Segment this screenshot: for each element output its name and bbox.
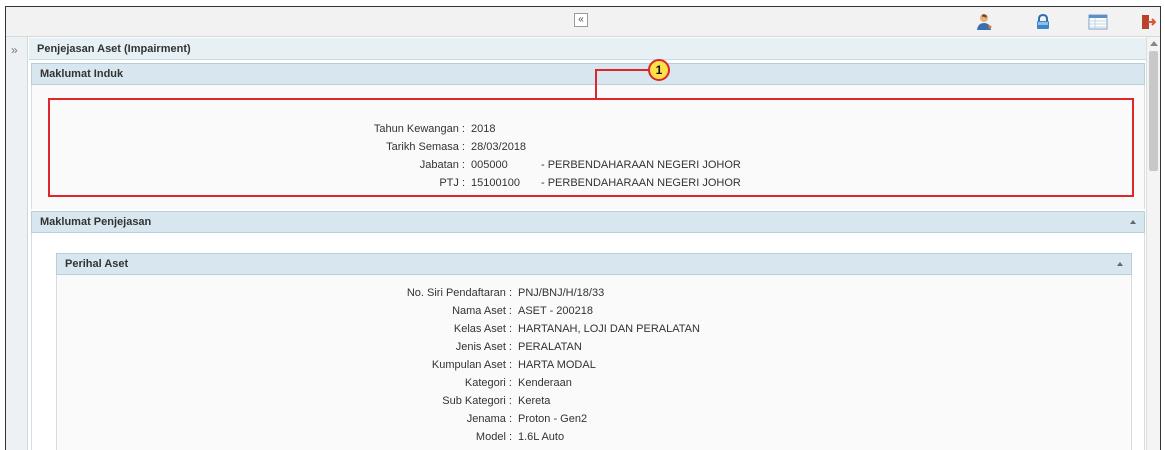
field-label: Jenis Aset : bbox=[455, 341, 512, 353]
field-label: Nama Aset : bbox=[452, 305, 512, 317]
field-row: Kelas Aset : HARTANAH, LOJI DAN PERALATA… bbox=[57, 323, 1133, 339]
field-label: Jenama : bbox=[466, 413, 512, 425]
field-label: Kategori : bbox=[464, 377, 512, 389]
field-label: Sub Kategori : bbox=[442, 395, 512, 407]
field-row: Kategori : Kenderaan bbox=[57, 377, 1133, 393]
field-row: Kumpulan Aset : HARTA MODAL bbox=[57, 359, 1133, 375]
field-value: Proton - Gen2 bbox=[518, 413, 588, 425]
page-title: Penjejasan Aset (Impairment) bbox=[29, 38, 1147, 60]
panel-header-perihal-aset[interactable]: Perihal Aset bbox=[56, 253, 1132, 275]
logout-icon[interactable] bbox=[1140, 13, 1158, 31]
panel-title: Maklumat Penjejasan bbox=[40, 216, 152, 228]
scroll-up-arrow-icon[interactable] bbox=[1150, 41, 1158, 46]
table-view-icon[interactable] bbox=[1088, 13, 1108, 31]
field-value: Kereta bbox=[518, 395, 551, 407]
app-frame: « » Penjejasan Aset (Impairment) Makluma… bbox=[5, 6, 1161, 450]
field-value: HARTA MODAL bbox=[518, 359, 596, 371]
side-gutter: » bbox=[6, 37, 28, 450]
field-value: 1.6L Auto bbox=[518, 431, 565, 443]
panel-body-perihal-aset: No. Siri Pendaftaran : PNJ/BNJ/H/18/33 N… bbox=[56, 275, 1132, 450]
lock-icon[interactable] bbox=[1034, 13, 1052, 31]
field-row: Nama Aset : ASET - 200218 bbox=[57, 305, 1133, 321]
field-label: Model : bbox=[475, 431, 512, 443]
collapse-header-button[interactable]: « bbox=[574, 13, 588, 27]
field-row: Jenama : Proton - Gen2 bbox=[57, 413, 1133, 429]
field-value: HARTANAH, LOJI DAN PERALATAN bbox=[518, 323, 700, 335]
panel-header-maklumat-induk: Maklumat Induk bbox=[31, 63, 1145, 85]
scroll-thumb[interactable] bbox=[1149, 51, 1158, 171]
expand-sidebar-icon[interactable]: » bbox=[11, 43, 18, 57]
field-row: Jenis Aset : PERALATAN bbox=[57, 341, 1133, 357]
field-row: No. Siri Pendaftaran : PNJ/BNJ/H/18/33 bbox=[57, 287, 1133, 303]
user-support-icon[interactable] bbox=[976, 13, 994, 31]
field-value: ASET - 200218 bbox=[518, 305, 594, 317]
field-value: PNJ/BNJ/H/18/33 bbox=[518, 287, 605, 299]
field-value: Kenderaan bbox=[518, 377, 572, 389]
field-row: Sub Kategori : Kereta bbox=[57, 395, 1133, 411]
field-label: No. Siri Pendaftaran : bbox=[406, 287, 512, 299]
panel-title: Perihal Aset bbox=[65, 258, 129, 270]
collapse-caret-icon[interactable] bbox=[1117, 262, 1123, 266]
top-toolbar: « bbox=[6, 7, 1160, 37]
callout-number: 1 bbox=[648, 59, 670, 81]
callout-leader-line bbox=[595, 69, 649, 99]
field-value: PERALATAN bbox=[518, 341, 582, 353]
panel-title: Maklumat Induk bbox=[40, 68, 124, 80]
main-content: Penjejasan Aset (Impairment) Maklumat In… bbox=[29, 37, 1147, 450]
highlight-box bbox=[48, 98, 1134, 197]
collapse-caret-icon[interactable] bbox=[1130, 220, 1136, 224]
panel-header-maklumat-penjejasan[interactable]: Maklumat Penjejasan bbox=[31, 211, 1145, 233]
field-label: Kumpulan Aset : bbox=[431, 359, 512, 371]
vertical-scrollbar[interactable] bbox=[1146, 37, 1160, 450]
field-label: Kelas Aset : bbox=[453, 323, 512, 335]
field-row: Model : 1.6L Auto bbox=[57, 431, 1133, 447]
